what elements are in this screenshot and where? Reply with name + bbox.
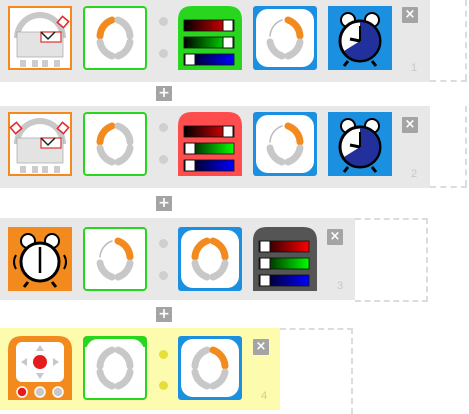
row-number: 1 (411, 62, 418, 74)
connector-dot (159, 271, 168, 280)
program-row-2: × 2 (0, 106, 469, 188)
row-number: 4 (261, 390, 268, 402)
grid-sensor-block[interactable] (8, 6, 72, 70)
turn-move-block[interactable] (178, 336, 242, 400)
alarm-clock-block[interactable] (328, 112, 392, 176)
remove-row-button[interactable]: × (402, 7, 418, 23)
row-number: 2 (411, 168, 418, 180)
connector-dot (159, 49, 168, 58)
alarm-clock-block[interactable] (328, 6, 392, 70)
remove-row-button[interactable]: × (402, 117, 418, 133)
connector-dot (159, 350, 168, 359)
rgb-slider-block[interactable] (253, 227, 317, 291)
remove-row-button[interactable]: × (327, 229, 343, 245)
idle-move-block[interactable] (83, 336, 147, 400)
add-row-button[interactable]: + (156, 307, 172, 322)
turn-move-block[interactable] (83, 6, 147, 70)
connector-dot (159, 381, 168, 390)
remove-row-button[interactable]: × (253, 339, 269, 355)
turn-move-block[interactable] (83, 112, 147, 176)
turn-move-block[interactable] (253, 6, 317, 70)
alarm-ring-block[interactable] (8, 227, 72, 291)
row-end-dashed-outline (355, 218, 428, 302)
rgb-slider-block[interactable] (178, 112, 242, 176)
connector-dot (159, 17, 168, 26)
turn-move-block[interactable] (178, 227, 242, 291)
row-end-dashed-outline (430, 106, 467, 186)
add-row-button[interactable]: + (156, 196, 172, 211)
grid-sensor-block[interactable] (8, 112, 72, 176)
program-row-3: × 3 (0, 218, 469, 302)
program-row-4: × 4 (0, 328, 469, 414)
rgb-slider-block[interactable] (178, 6, 242, 70)
row-end-dashed-outline (280, 328, 353, 414)
turn-move-block[interactable] (83, 227, 147, 291)
row-number: 3 (337, 280, 344, 292)
program-row-1: × 1 (0, 0, 469, 82)
connector-dot (159, 155, 168, 164)
connector-dot (159, 239, 168, 248)
remote-control-block[interactable] (8, 336, 72, 400)
turn-move-block[interactable] (253, 112, 317, 176)
add-row-button[interactable]: + (156, 86, 172, 101)
row-bottom-dashed-outline (430, 0, 467, 82)
connector-dot (159, 123, 168, 132)
